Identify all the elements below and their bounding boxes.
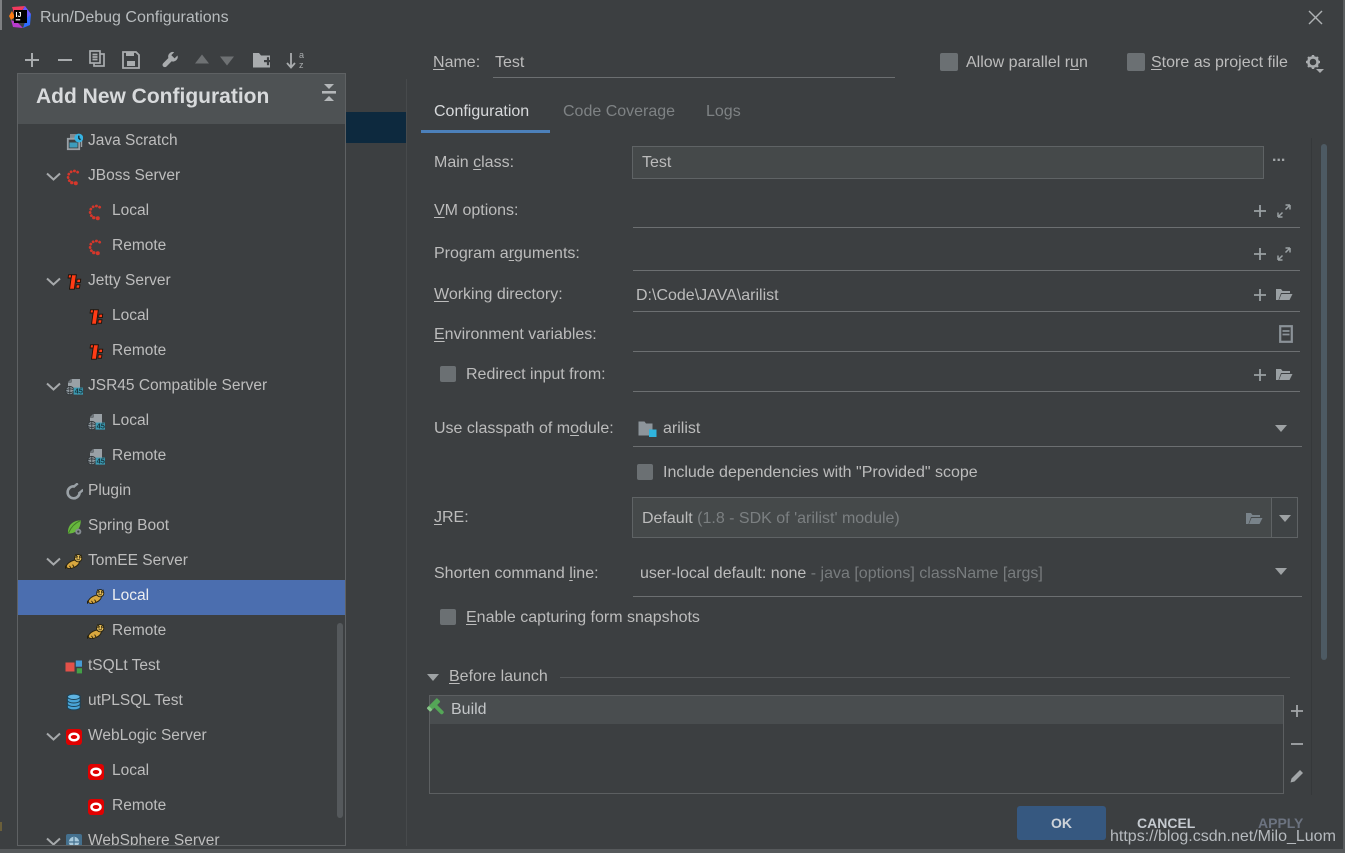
svg-text:a: a xyxy=(299,50,304,60)
svg-text:z: z xyxy=(299,60,304,70)
svg-text:IJ: IJ xyxy=(16,12,22,19)
